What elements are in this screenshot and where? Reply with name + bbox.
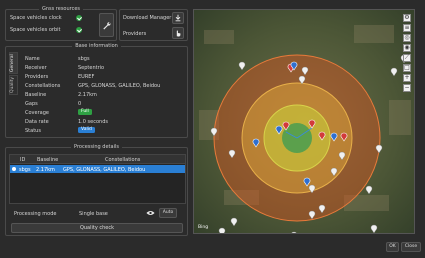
field-providers-label: Providers <box>25 74 49 80</box>
auto-button[interactable]: Auto <box>159 208 177 218</box>
map-fullscreen-icon[interactable]: □ <box>403 64 411 72</box>
download-button[interactable] <box>172 12 184 24</box>
row-select-icon[interactable] <box>12 167 16 171</box>
processing-mode-label: Processing mode <box>14 211 57 217</box>
field-name-label: Name <box>25 56 40 62</box>
wrench-icon <box>103 22 111 30</box>
field-baseline-label: Baseline <box>25 92 47 98</box>
col-constellations-header[interactable]: Constellations <box>105 157 140 163</box>
tab-general[interactable]: General <box>9 52 18 74</box>
providers-label: Providers <box>123 31 147 37</box>
map-attribution: Bing <box>198 225 209 230</box>
field-gaps-value: 0 <box>78 101 82 107</box>
col-id-header[interactable]: ID <box>20 157 25 163</box>
field-receiver-value: Septentrio <box>78 65 105 71</box>
map-measure-icon[interactable]: ⟋ <box>403 54 411 62</box>
map-view[interactable]: ⚙ ≡ ◎ ◉ ⟋ □ + − Bing <box>193 9 415 234</box>
zoom-in-icon[interactable]: + <box>403 74 411 82</box>
row-constellations: GPS, GLONASS, GALILEO, Beidou <box>63 166 146 173</box>
map-settings-icon[interactable]: ⚙ <box>403 14 411 22</box>
row-id: sbgs <box>19 166 31 173</box>
ok-button[interactable]: OK <box>386 242 399 252</box>
download-manager-group: Download Manager Providers <box>119 9 188 41</box>
sv-orbit-label: Space vehicles orbit <box>10 27 61 33</box>
processing-mode-value[interactable]: Single base <box>79 211 108 217</box>
table-header: ID Baseline Constellations <box>10 155 185 164</box>
providers-button[interactable] <box>172 27 184 39</box>
hand-pointer-icon <box>176 30 181 37</box>
row-baseline: 2.17km <box>36 166 55 173</box>
eye-icon[interactable] <box>146 210 155 216</box>
field-coverage-label: Coverage <box>25 110 49 116</box>
sv-orbit-check-icon <box>76 27 82 33</box>
field-datarate-label: Data rate <box>25 119 49 125</box>
status-badge: Valid <box>78 127 95 133</box>
field-receiver-label: Receiver <box>25 65 47 71</box>
processing-details-title: Processing details <box>71 144 122 150</box>
field-constellations-value: GPS, GLONASS, GALILEO, Beidou <box>78 83 161 89</box>
processing-table: ID Baseline Constellations sbgs 2.17km G… <box>9 154 186 204</box>
coverage-badge: Full <box>78 109 92 115</box>
field-gaps-label: Gaps <box>25 101 38 107</box>
settings-wrench-button[interactable] <box>99 13 114 37</box>
map-canvas[interactable] <box>194 10 415 234</box>
field-datarate-value: 1.0 seconds <box>78 119 108 125</box>
sv-clock-label: Space vehicles clock <box>10 15 62 21</box>
sv-clock-check-icon <box>76 15 82 21</box>
field-providers-value: EUREF <box>78 74 95 80</box>
field-name-value: sbgs <box>78 56 90 62</box>
base-information-title: Base information <box>72 43 121 49</box>
map-layers-icon[interactable]: ≡ <box>403 24 411 32</box>
col-baseline-header[interactable]: Baseline <box>37 157 58 163</box>
table-row[interactable]: sbgs 2.17km GPS, GLONASS, GALILEO, Beido… <box>10 165 185 173</box>
quality-check-button[interactable]: Quality check <box>11 223 183 233</box>
processing-details-group: Processing details ID Baseline Constella… <box>5 144 188 236</box>
base-information-group: Base information General Quality Name sb… <box>5 43 188 138</box>
tab-quality[interactable]: Quality <box>9 75 18 95</box>
map-locate-icon[interactable]: ◎ <box>403 34 411 42</box>
field-status-label: Status <box>25 128 41 134</box>
map-center-icon[interactable]: ◉ <box>403 44 411 52</box>
field-constellations-label: Constellations <box>25 83 61 89</box>
close-button[interactable]: Close <box>401 242 421 252</box>
download-icon <box>175 14 181 22</box>
zoom-out-icon[interactable]: − <box>403 84 411 92</box>
download-manager-label: Download Manager <box>123 15 172 21</box>
field-baseline-value: 2.17km <box>78 92 97 98</box>
gnss-resources-title: Gnss resources <box>38 6 84 12</box>
gnss-resources-group: Gnss resources Space vehicles clock Spac… <box>5 6 117 41</box>
